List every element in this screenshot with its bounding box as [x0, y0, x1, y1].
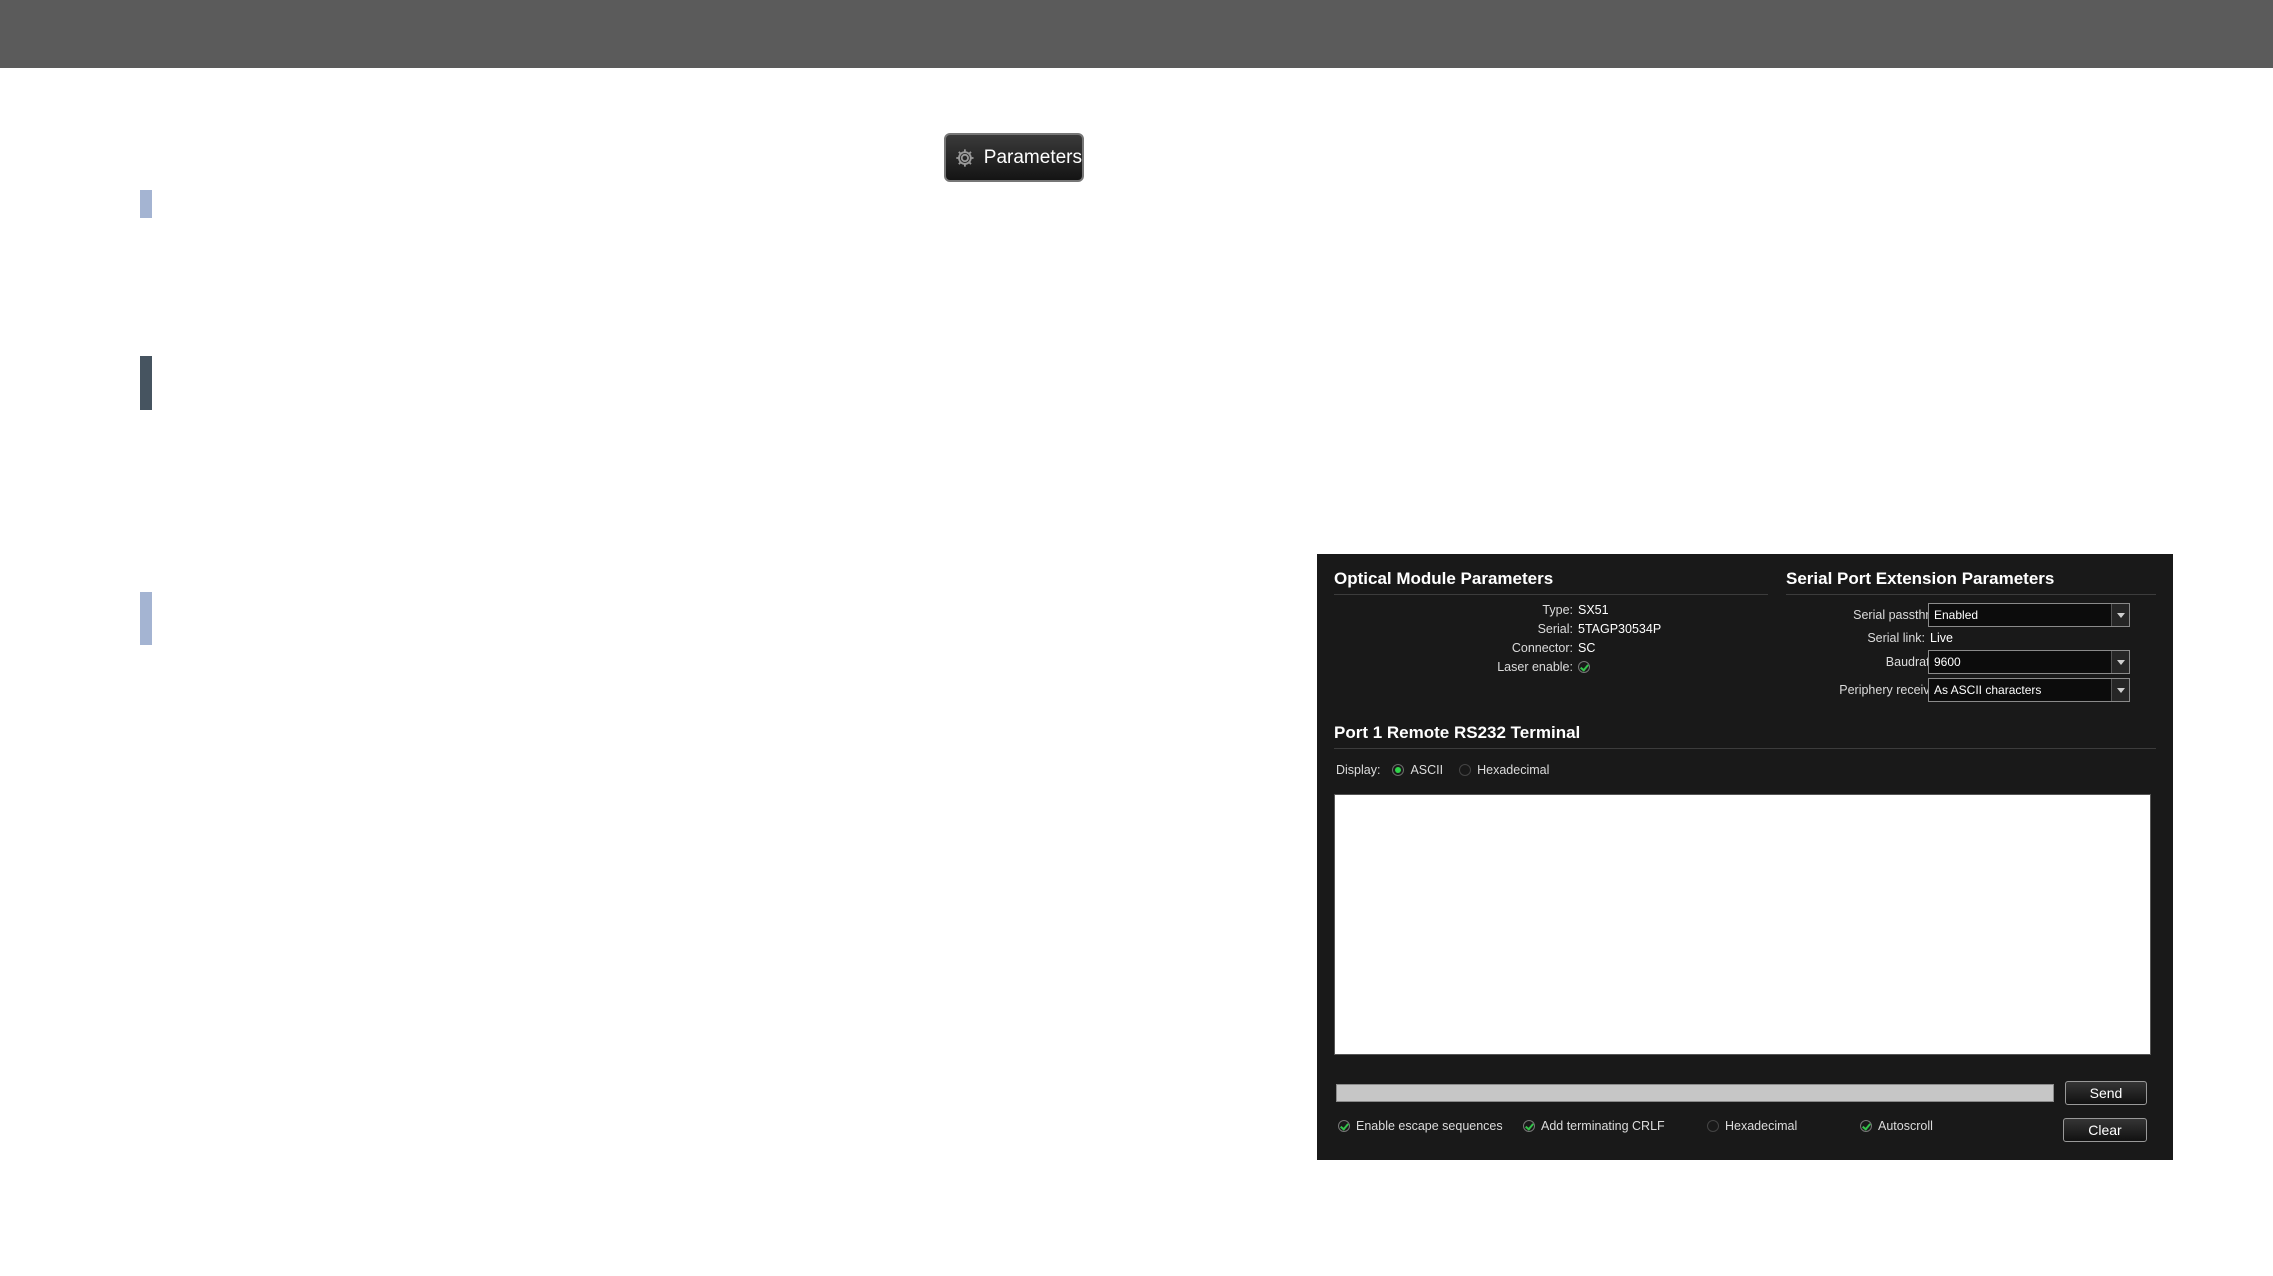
- send-button[interactable]: Send: [2065, 1081, 2147, 1105]
- parameters-label: Parameters: [983, 146, 1082, 168]
- serial-title: Serial Port Extension Parameters: [1786, 569, 2055, 588]
- crlf-label: Add terminating CRLF: [1541, 1119, 1665, 1133]
- optical-connector-label: Connector:: [1511, 641, 1573, 655]
- baudrate-select[interactable]: 9600: [1928, 650, 2130, 674]
- display-row: Display: ASCII Hexadecimal: [1336, 763, 1549, 777]
- optical-type-value: SX51: [1578, 603, 1609, 617]
- clear-button[interactable]: Clear: [2063, 1118, 2147, 1142]
- optical-serial-label: Serial:: [1537, 622, 1573, 636]
- chevron-down-icon: [2111, 679, 2129, 701]
- chevron-down-icon: [2111, 604, 2129, 626]
- optical-laser-label: Laser enable:: [1497, 660, 1573, 674]
- crlf-option[interactable]: Add terminating CRLF: [1523, 1119, 1665, 1133]
- baudrate-label: Baudrate:: [1885, 655, 1940, 669]
- display-hex-radio[interactable]: [1459, 764, 1472, 776]
- settings-panel: Optical Module Parameters Type: SX51 Ser…: [1317, 554, 2173, 1160]
- hex-check-icon[interactable]: [1707, 1120, 1719, 1132]
- escape-check-icon[interactable]: [1338, 1120, 1350, 1132]
- passthru-value: Enabled: [1934, 608, 1979, 622]
- autoscroll-label: Autoscroll: [1878, 1119, 1933, 1133]
- passthru-label: Serial passthru:: [1853, 608, 1940, 622]
- optical-connector-value: SC: [1578, 641, 1596, 655]
- display-ascii-radio[interactable]: [1392, 764, 1405, 776]
- periphery-value: As ASCII characters: [1934, 683, 2042, 697]
- periphery-label: Periphery receive:: [1839, 683, 1940, 697]
- optical-serial-value: 5TAGP30534P: [1578, 622, 1662, 636]
- escape-label: Enable escape sequences: [1356, 1119, 1503, 1133]
- send-input[interactable]: [1336, 1084, 2054, 1102]
- serial-link-row: Serial link: Live: [1786, 631, 1953, 645]
- display-ascii-label: ASCII: [1410, 763, 1444, 777]
- optical-type-row: Type: SX51: [1334, 603, 1609, 617]
- serial-link-label: Serial link:: [1867, 631, 1925, 645]
- terminal-separator: [1334, 748, 2156, 749]
- section-marker-1: [140, 190, 152, 218]
- chevron-down-icon: [2111, 651, 2129, 673]
- optical-separator: [1334, 594, 1768, 595]
- optical-type-label: Type:: [1542, 603, 1573, 617]
- optical-laser-row: Laser enable:: [1334, 660, 1590, 674]
- hex-label: Hexadecimal: [1725, 1119, 1798, 1133]
- laser-enable-check-icon: [1578, 661, 1590, 673]
- optical-connector-row: Connector: SC: [1334, 641, 1596, 655]
- optical-title: Optical Module Parameters: [1334, 569, 1554, 588]
- escape-option[interactable]: Enable escape sequences: [1338, 1119, 1503, 1133]
- section-marker-3: [140, 592, 152, 645]
- display-label: Display:: [1336, 763, 1381, 777]
- top-bar: [0, 0, 2273, 68]
- terminal-title: Port 1 Remote RS232 Terminal: [1334, 723, 1581, 742]
- optical-serial-row: Serial: 5TAGP30534P: [1334, 622, 1662, 636]
- section-marker-2: [140, 356, 152, 410]
- passthru-select[interactable]: Enabled: [1928, 603, 2130, 627]
- autoscroll-check-icon[interactable]: [1860, 1120, 1872, 1132]
- serial-link-value: Live: [1930, 631, 1953, 645]
- baudrate-value: 9600: [1934, 655, 1961, 669]
- serial-separator: [1786, 594, 2156, 595]
- crlf-check-icon[interactable]: [1523, 1120, 1535, 1132]
- periphery-select[interactable]: As ASCII characters: [1928, 678, 2130, 702]
- parameters-button[interactable]: Parameters: [944, 133, 1084, 182]
- autoscroll-option[interactable]: Autoscroll: [1860, 1119, 1933, 1133]
- gear-icon: [956, 148, 974, 167]
- terminal-output[interactable]: [1334, 794, 2151, 1055]
- display-hex-label: Hexadecimal: [1477, 763, 1550, 777]
- hex-option[interactable]: Hexadecimal: [1707, 1119, 1797, 1133]
